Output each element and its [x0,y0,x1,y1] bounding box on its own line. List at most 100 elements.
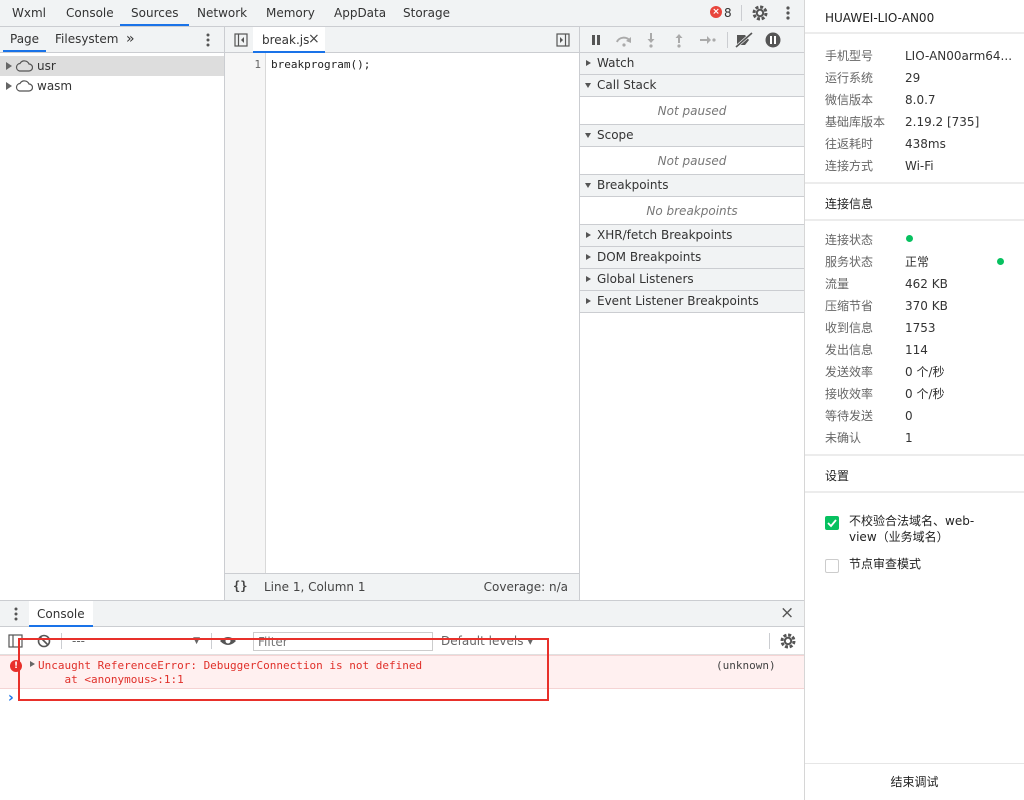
step-icon[interactable] [699,34,717,46]
drawer-tab-console[interactable]: Console [29,601,93,627]
info-label: 手机型号 [825,49,874,63]
toggle-debugger-icon[interactable] [556,33,570,47]
error-icon[interactable]: × [710,6,722,18]
conn-label: 压缩节省 [825,299,874,313]
pause-icon[interactable] [590,34,602,46]
code-line[interactable]: breakprogram(); [271,58,370,71]
section-title: Watch [597,56,635,70]
conn-label: 连接状态 [825,233,874,247]
section-title: DOM Breakpoints [597,250,702,264]
skip-domain-check-label[interactable]: 不校验合法域名、web-view（业务域名） [849,513,999,545]
editor-tab-bar: break.js × [225,27,579,53]
conn-label: 流量 [825,277,850,291]
console-settings-icon[interactable] [779,632,797,650]
section-global-listeners[interactable]: Global Listeners [580,269,804,291]
editor-status-bar: {} Line 1, Column 1 Coverage: n/a [225,573,579,600]
error-count[interactable]: 8 [724,0,732,26]
info-value: LIO-AN00arm64... [905,49,1013,63]
conn-label: 收到信息 [825,321,874,335]
conn-value: 0 个/秒 [905,387,945,401]
error-source-link[interactable]: (unknown) [716,659,776,672]
pause-on-exceptions-icon[interactable] [764,31,782,49]
pretty-print-icon[interactable]: {} [233,579,247,593]
info-label: 运行系统 [825,71,874,85]
toolbar-divider [769,633,770,649]
line-number-gutter: 1 [225,53,266,573]
conn-value: 0 [905,409,913,423]
close-drawer-icon[interactable]: × [780,601,794,626]
divider [805,454,1024,456]
cursor-position: Line 1, Column 1 [264,580,366,594]
highlight-annotation-box [18,638,549,701]
navigator-menu-icon[interactable] [203,32,213,48]
info-label: 微信版本 [825,93,874,107]
expand-icon [586,60,591,66]
debugger-toolbar [580,27,804,53]
more-tabs-icon[interactable]: » [126,27,135,52]
connection-title: 连接信息 [825,197,874,211]
divider [805,491,1024,493]
close-icon[interactable]: × [308,27,320,52]
divider [805,32,1024,34]
editor-tab-break-js[interactable]: break.js × [253,27,325,53]
step-out-icon[interactable] [674,32,684,48]
settings-title: 设置 [825,469,850,483]
conn-value: 1753 [905,321,936,335]
section-breakpoints[interactable]: Breakpoints [580,175,804,197]
collapse-icon [585,183,591,188]
gear-icon[interactable] [751,4,769,22]
call-stack-empty: Not paused [580,97,804,125]
section-watch[interactable]: Watch [580,53,804,75]
info-value: 2.19.2 [735] [905,115,980,129]
node-inspect-checkbox[interactable] [825,559,839,573]
more-vertical-icon[interactable] [783,5,793,21]
tree-item-label: usr [37,59,56,73]
section-xhr-breakpoints[interactable]: XHR/fetch Breakpoints [580,225,804,247]
conn-label: 等待发送 [825,409,874,423]
info-value: Wi-Fi [905,159,934,173]
tab-storage[interactable]: Storage [403,0,450,26]
tab-memory[interactable]: Memory [266,0,315,26]
toggle-navigator-icon[interactable] [234,33,248,47]
tree-item-label: wasm [37,79,73,93]
section-dom-breakpoints[interactable]: DOM Breakpoints [580,247,804,269]
tab-page[interactable]: Page [3,27,47,52]
drawer-menu-icon[interactable] [11,606,21,622]
divider [805,219,1024,221]
conn-value: 370 KB [905,299,948,313]
expand-icon[interactable] [6,62,12,70]
tab-appdata[interactable]: AppData [334,0,386,26]
section-scope[interactable]: Scope [580,125,804,147]
collapse-icon [585,133,591,138]
conn-value: 462 KB [905,277,948,291]
editor-tab-label: break.js [262,33,310,47]
coverage-status[interactable]: Coverage: n/a [484,580,568,594]
node-inspect-label[interactable]: 节点审查模式 [849,556,921,572]
info-value: 438ms [905,137,946,151]
connection-status-dot [906,235,913,242]
conn-label: 未确认 [825,431,862,445]
deactivate-breakpoints-icon[interactable] [734,32,754,48]
step-over-icon[interactable] [615,33,633,47]
tab-wxml[interactable]: Wxml [12,0,46,26]
conn-label: 发出信息 [825,343,874,357]
tree-item-wasm[interactable]: wasm [0,76,224,96]
tab-sources[interactable]: Sources [120,0,190,26]
conn-value: 0 个/秒 [905,365,945,379]
conn-value: 1 [905,431,913,445]
step-into-icon[interactable] [646,32,656,48]
tab-network[interactable]: Network [197,0,247,26]
skip-domain-check-checkbox[interactable] [825,516,839,530]
tab-console[interactable]: Console [66,0,114,26]
tab-filesystem[interactable]: Filesystem [55,27,118,52]
section-title: Call Stack [597,78,657,92]
section-call-stack[interactable]: Call Stack [580,75,804,97]
console-prompt[interactable]: › [8,690,14,706]
check-icon [827,519,837,528]
info-label: 连接方式 [825,159,874,173]
tree-item-usr[interactable]: usr [0,56,224,76]
section-event-listener-breakpoints[interactable]: Event Listener Breakpoints [580,291,804,313]
expand-icon[interactable] [6,82,12,90]
end-debug-button[interactable]: 结束调试 [805,764,1024,800]
expand-icon [586,276,591,282]
